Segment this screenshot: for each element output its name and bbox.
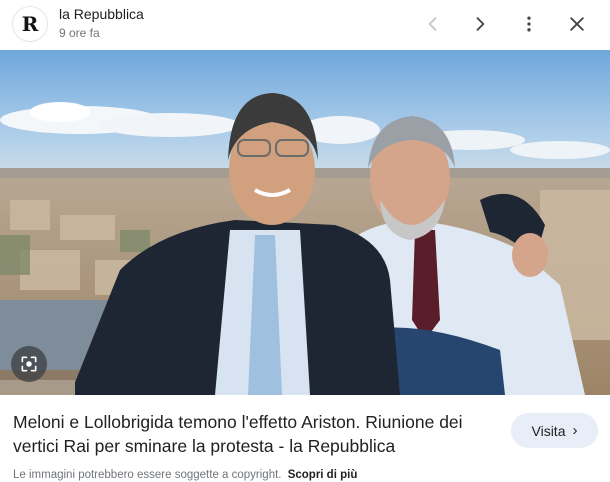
source-logo[interactable]: R: [12, 6, 48, 42]
article-title[interactable]: Meloni e Lollobrigida temono l'effetto A…: [13, 410, 493, 458]
next-button[interactable]: [465, 9, 495, 39]
visit-button-label: Visita: [531, 422, 566, 439]
article-photo[interactable]: [0, 50, 610, 395]
chevron-right-icon: ›: [572, 422, 578, 439]
header-bar: R la Repubblica 9 ore fa: [0, 0, 610, 50]
more-vert-icon: [527, 16, 531, 32]
more-options-button[interactable]: [514, 9, 544, 39]
visit-button[interactable]: Visita ›: [511, 413, 598, 448]
close-icon: [570, 17, 584, 31]
lens-button[interactable]: [11, 346, 47, 382]
source-logo-letter: R: [21, 12, 39, 36]
time-ago: 9 ore fa: [59, 26, 100, 40]
chevron-right-icon: [476, 17, 485, 31]
previous-button[interactable]: [418, 9, 448, 39]
photo-illustration: [0, 50, 610, 395]
lens-icon: [21, 356, 37, 372]
copyright-text: Le immagini potrebbero essere soggette a…: [13, 469, 282, 481]
learn-more-link[interactable]: Scopri di più: [288, 469, 358, 481]
chevron-left-icon: [428, 17, 437, 31]
source-name[interactable]: la Repubblica: [59, 6, 144, 22]
copyright-notice: Le immagini potrebbero essere soggette a…: [13, 469, 357, 481]
close-button[interactable]: [562, 9, 592, 39]
